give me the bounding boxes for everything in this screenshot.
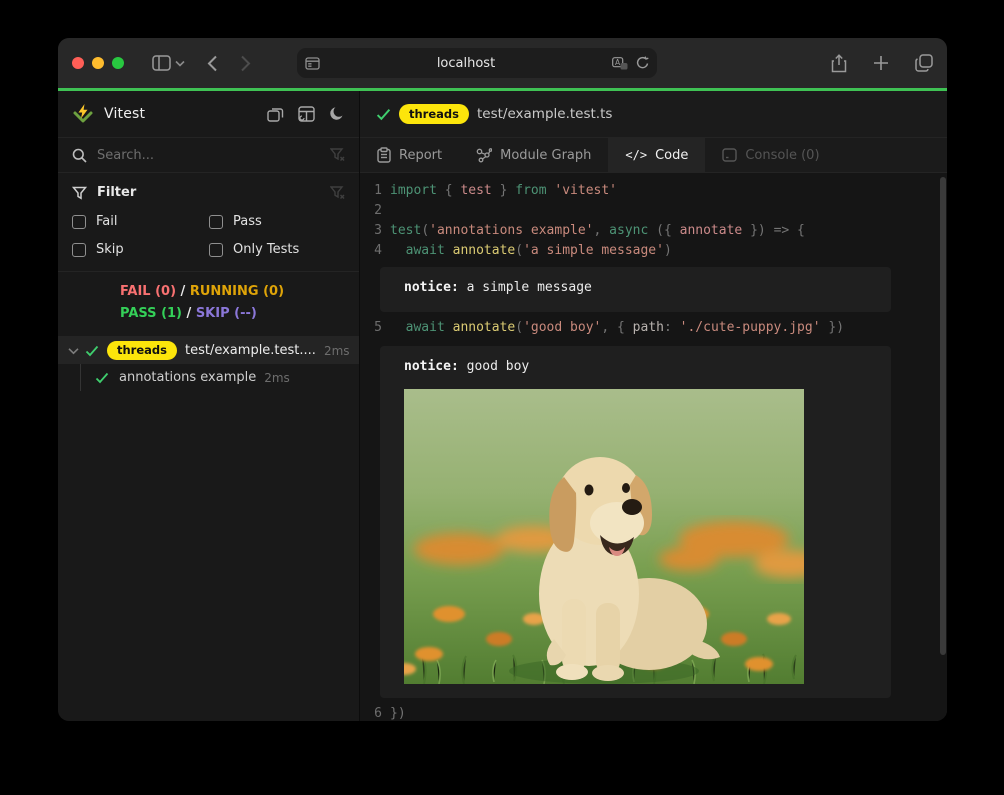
- report-icon: [377, 147, 391, 163]
- code-line: 6}): [360, 704, 947, 721]
- summary-row-2: PASS (1) / SKIP (--): [120, 303, 359, 325]
- tab-code[interactable]: </> Code: [608, 138, 705, 172]
- svg-text:A: A: [615, 58, 621, 67]
- zoom-window-button[interactable]: [112, 57, 124, 69]
- address-bar[interactable]: localhost A: [297, 48, 657, 78]
- summary-row-1: FAIL (0) / RUNNING (0): [120, 281, 359, 303]
- sidebar: Vitest: [58, 91, 360, 721]
- check-icon: [95, 372, 109, 384]
- annotation-notice: notice: a simple message: [380, 267, 891, 312]
- browser-toolbar: localhost A: [58, 38, 947, 88]
- code-line: 3test('annotations example', async ({ an…: [360, 221, 947, 241]
- pool-badge: threads: [399, 104, 469, 124]
- search-row: [58, 138, 359, 173]
- running-count: RUNNING (0): [190, 284, 284, 299]
- module-graph-icon: [476, 148, 492, 163]
- code-line: 5 await annotate('good boy', { path: './…: [360, 318, 947, 338]
- moon-icon[interactable]: [329, 106, 345, 122]
- translate-icon[interactable]: A: [612, 57, 628, 70]
- share-icon[interactable]: [831, 54, 847, 73]
- windows-overlap-icon[interactable]: [267, 107, 284, 122]
- test-case-label: annotations example: [119, 370, 256, 385]
- new-tab-icon[interactable]: [873, 55, 889, 71]
- duration-label: 2ms: [324, 344, 350, 358]
- site-settings-icon[interactable]: [305, 57, 320, 70]
- search-input[interactable]: [97, 148, 330, 163]
- tab-console[interactable]: Console (0): [705, 138, 836, 172]
- file-name: test/example.test.ts: [477, 106, 612, 122]
- code-line: 1import { test } from 'vitest': [360, 181, 947, 201]
- test-file-row[interactable]: threads test/example.test.... 2ms: [58, 337, 359, 364]
- back-icon[interactable]: [207, 55, 218, 72]
- code-line: 2: [360, 201, 947, 221]
- clear-filter-icon[interactable]: [330, 148, 345, 162]
- pass-count: PASS (1): [120, 306, 182, 321]
- minimize-window-button[interactable]: [92, 57, 104, 69]
- filter-title: Filter: [97, 185, 330, 200]
- test-tree: threads test/example.test.... 2ms annota…: [58, 337, 359, 721]
- code-editor[interactable]: 1import { test } from 'vitest' 2 3test('…: [360, 173, 947, 721]
- app-header: Vitest: [58, 91, 359, 138]
- code-icon: </>: [625, 148, 647, 162]
- filter-checkbox-fail[interactable]: Fail: [72, 214, 209, 229]
- main-panel: threads test/example.test.ts Report: [360, 91, 947, 721]
- test-file-label: test/example.test....: [185, 343, 316, 358]
- checkbox-icon: [72, 243, 86, 257]
- funnel-icon: [72, 186, 87, 200]
- check-icon: [85, 345, 99, 357]
- puppy-photo: [404, 389, 804, 684]
- file-header: threads test/example.test.ts: [360, 91, 947, 138]
- chevron-down-icon[interactable]: [68, 347, 79, 355]
- filter-checkbox-skip[interactable]: Skip: [72, 242, 209, 257]
- browser-window: localhost A: [58, 38, 947, 721]
- clear-filter-icon[interactable]: [330, 186, 345, 200]
- checkbox-icon: [209, 215, 223, 229]
- pool-badge: threads: [107, 341, 177, 361]
- chevron-down-icon[interactable]: [175, 60, 185, 67]
- fail-count: FAIL (0): [120, 284, 176, 299]
- filter-checkbox-only-tests[interactable]: Only Tests: [209, 242, 345, 257]
- tab-report[interactable]: Report: [360, 138, 459, 172]
- duration-label: 2ms: [264, 371, 290, 385]
- code-line: 4 await annotate('a simple message'): [360, 241, 947, 261]
- search-icon: [72, 148, 87, 163]
- scrollbar-thumb[interactable]: [940, 177, 946, 655]
- tab-bar: Report Module Graph </> Code: [360, 138, 947, 173]
- forward-icon[interactable]: [240, 55, 251, 72]
- test-case-row[interactable]: annotations example 2ms: [58, 364, 359, 391]
- skip-count: SKIP (--): [196, 306, 257, 321]
- sidebar-toggle-icon[interactable]: [152, 55, 171, 71]
- tab-module-graph[interactable]: Module Graph: [459, 138, 608, 172]
- test-summary: FAIL (0) / RUNNING (0) PASS (1) / SKIP (…: [58, 272, 359, 337]
- app-title: Vitest: [104, 106, 145, 122]
- tab-overview-icon[interactable]: [915, 54, 933, 72]
- checkbox-icon: [209, 243, 223, 257]
- checkbox-icon: [72, 215, 86, 229]
- console-icon: [722, 148, 737, 162]
- filter-section: Filter Fail Pass: [58, 173, 359, 272]
- filter-checkbox-pass[interactable]: Pass: [209, 214, 345, 229]
- vitest-logo-icon: [72, 103, 94, 125]
- url-text: localhost: [320, 56, 612, 71]
- annotation-notice: notice: good boy: [380, 346, 891, 698]
- tree-guide-line: [80, 364, 81, 391]
- check-icon: [376, 108, 391, 121]
- dashboard-icon[interactable]: [298, 106, 315, 122]
- reload-icon[interactable]: [636, 56, 649, 70]
- close-window-button[interactable]: [72, 57, 84, 69]
